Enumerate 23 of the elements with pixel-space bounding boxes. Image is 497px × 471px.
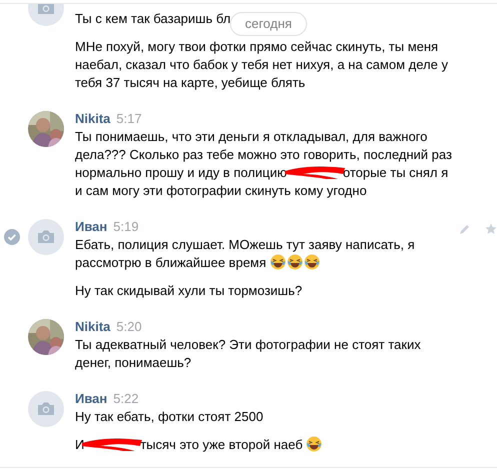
laughing-face-icon — [306, 436, 322, 452]
date-label: сегодня — [230, 12, 307, 36]
laughing-face-icon — [286, 254, 303, 270]
author-name[interactable]: Иван — [75, 391, 108, 406]
message-text: Ты понимаешь, что эти деньги я откладывал, для важного дела??? Сколько раз тебе можно это говорить, последний раз нормально прошу и иду в полицию оторые ты снял я и сам могу эти фотографии скинуть кому угодно — [75, 128, 453, 200]
message-text: Ты с кем так базаришь бл — [75, 10, 231, 28]
redaction-scribble — [82, 437, 142, 451]
camera-avatar-icon[interactable] — [28, 219, 64, 255]
message-text: Ну так скидывай хули ты тормозишь? — [75, 282, 302, 300]
message-text: Ну так ебать, фотки стоят 2500 — [75, 408, 264, 426]
message-text: Ебать, полиция слушает. МОжешь тут заяву написать, я рассмотрю в ближайшее время — [75, 236, 416, 272]
star-icon[interactable] — [485, 223, 497, 235]
author-name[interactable]: Иван — [75, 219, 108, 234]
laughing-face-icon — [270, 254, 286, 270]
laughing-face-icon — [304, 254, 320, 270]
author-name[interactable]: Nikita — [75, 319, 110, 334]
redaction-scribble — [284, 165, 345, 179]
message-text: Ты адекватный человек? Эти фотографии не стоят таких денег, понимаешь? — [75, 336, 422, 372]
pencil-icon[interactable] — [459, 223, 471, 235]
author-name[interactable]: Nikita — [75, 111, 110, 126]
check-circle-icon[interactable] — [4, 229, 20, 245]
message-text: МНе похуй, могу твои фотки прямо сейчас скинуть, ты меня наебал, сказал что бабок у тебя нет нихуя, а на самом деле у тебя 37 тысяч на карте, уебище блять — [75, 38, 449, 92]
camera-avatar-icon[interactable] — [28, 391, 64, 427]
